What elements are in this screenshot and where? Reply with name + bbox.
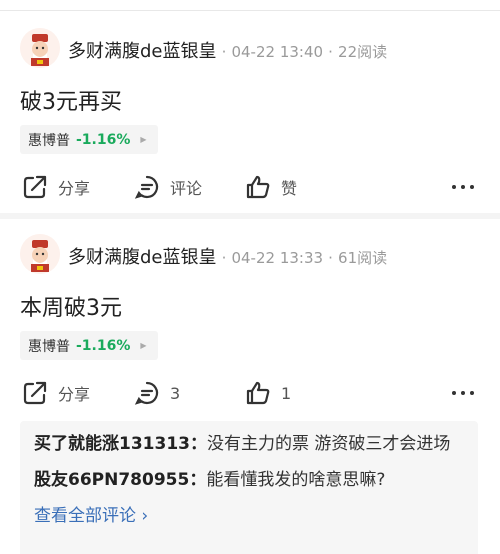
meta-separator: · — [221, 43, 227, 61]
post-header: 多财满腹de蓝银皇 · 04-22 13:40 · 22阅读 — [20, 28, 490, 72]
comment-label: 评论 — [170, 179, 203, 198]
stock-tag[interactable]: 惠博普 -1.16% ▶ — [20, 331, 158, 360]
top-divider — [0, 10, 500, 11]
avatar[interactable] — [20, 28, 60, 68]
share-icon — [23, 381, 47, 405]
stock-change: -1.16% — [76, 337, 131, 354]
post-content: 破3元再买 — [20, 90, 122, 115]
comment-item[interactable]: 股友66PN780955：能看懂我发的啥意思嘛? — [34, 467, 464, 493]
comment-preview: 买了就能涨131313：没有主力的票 游资破三才会进场 股友66PN780955… — [20, 421, 478, 554]
post-meta: 多财满腹de蓝银皇 · 04-22 13:40 · 22阅读 — [68, 37, 387, 63]
like-button[interactable]: 1 — [245, 378, 291, 408]
comment-text: 没有主力的票 游资破三才会进场 — [206, 434, 451, 454]
comment-button[interactable]: 3 — [134, 378, 180, 408]
meta-separator: · — [328, 43, 333, 61]
comment-text: 能看懂我发的啥意思嘛? — [206, 470, 386, 490]
like-count: 1 — [281, 383, 292, 403]
meta-separator: · — [221, 249, 227, 267]
like-label: 赞 — [281, 179, 298, 198]
chevron-right-icon: › — [136, 506, 149, 526]
share-button[interactable]: 分享 — [22, 378, 90, 408]
action-bar: 分享 3 1 — [0, 378, 500, 408]
view-count: 22阅读 — [338, 43, 388, 61]
like-button[interactable]: 赞 — [245, 172, 297, 202]
share-button[interactable]: 分享 — [22, 172, 90, 202]
meta-separator: · — [328, 249, 333, 267]
share-label: 分享 — [58, 385, 91, 404]
more-icon — [452, 185, 474, 189]
chevron-right-icon: ▶ — [140, 135, 147, 144]
stock-name: 惠博普 — [28, 338, 70, 355]
comment-icon — [134, 381, 159, 405]
view-all-comments-link[interactable]: 查看全部评论 › — [34, 503, 464, 529]
post-divider — [0, 213, 500, 219]
comment-button[interactable]: 评论 — [134, 172, 202, 202]
post-header: 多财满腹de蓝银皇 · 04-22 13:33 · 61阅读 — [20, 234, 490, 278]
action-bar: 分享 评论 赞 — [0, 172, 500, 202]
more-button[interactable] — [452, 378, 474, 408]
share-label: 分享 — [58, 179, 91, 198]
post-meta: 多财满腹de蓝银皇 · 04-22 13:33 · 61阅读 — [68, 243, 387, 269]
username[interactable]: 多财满腹de蓝银皇 — [68, 41, 217, 62]
chevron-right-icon: ▶ — [140, 341, 147, 350]
more-icon — [452, 391, 474, 395]
avatar[interactable] — [20, 234, 60, 274]
comment-user[interactable]: 买了就能涨131313： — [34, 434, 207, 454]
comment-count: 3 — [170, 383, 181, 403]
post-time: 04-22 13:33 — [231, 249, 324, 267]
share-icon — [23, 175, 47, 199]
comment-icon — [134, 175, 159, 199]
comment-item[interactable]: 买了就能涨131313：没有主力的票 游资破三才会进场 — [34, 431, 464, 457]
view-all-label: 查看全部评论 — [34, 506, 136, 526]
stock-change: -1.16% — [76, 131, 131, 148]
post-content: 本周破3元 — [20, 296, 122, 321]
stock-tag[interactable]: 惠博普 -1.16% ▶ — [20, 125, 158, 154]
stock-name: 惠博普 — [28, 132, 70, 149]
username[interactable]: 多财满腹de蓝银皇 — [68, 247, 217, 268]
post-time: 04-22 13:40 — [231, 43, 324, 61]
thumbs-up-icon — [246, 381, 270, 405]
view-count: 61阅读 — [338, 249, 388, 267]
thumbs-up-icon — [246, 175, 270, 199]
more-button[interactable] — [452, 172, 474, 202]
comment-user[interactable]: 股友66PN780955： — [34, 470, 206, 490]
